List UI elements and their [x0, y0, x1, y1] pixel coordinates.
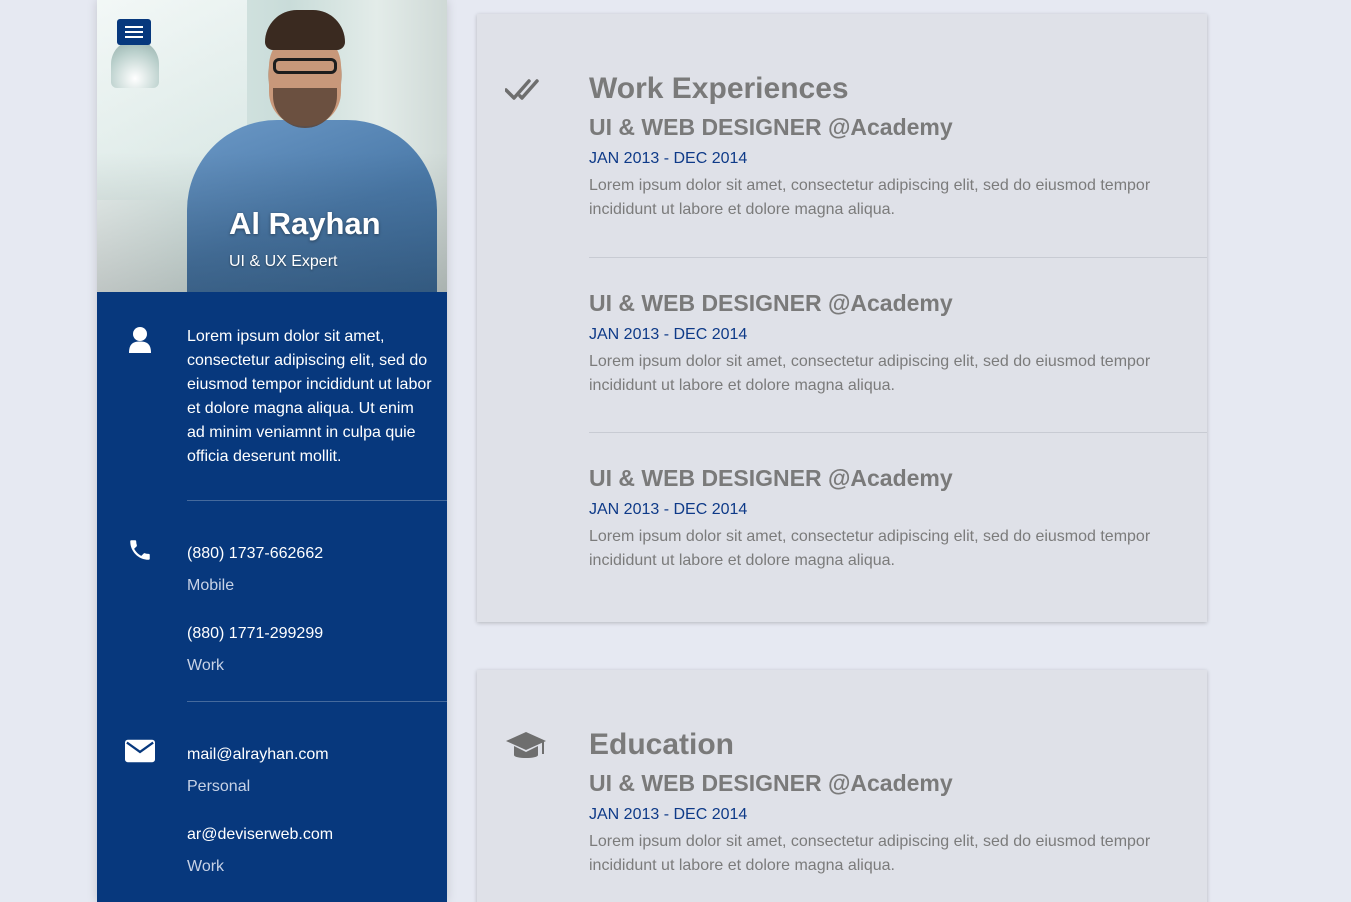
work-entry: UI & WEB DESIGNER @Academy JAN 2013 - DE…	[589, 114, 1207, 222]
photo-lamp	[111, 40, 159, 88]
photo-glasses	[273, 58, 337, 74]
work-entry-role: UI & WEB DESIGNER @Academy	[589, 290, 953, 316]
work-entry-description: Lorem ipsum dolor sit amet, consectetur …	[589, 177, 1151, 218]
phone-number-mobile[interactable]: (880) 1737-662662	[187, 545, 323, 563]
phone-label-work: Work	[187, 657, 225, 674]
education-section-title: Education	[589, 728, 735, 761]
work-experience-card: Work Experiences UI & WEB DESIGNER @Acad…	[477, 14, 1207, 622]
work-entry-description: Lorem ipsum dolor sit amet, consectetur …	[589, 528, 1151, 569]
education-card: Education UI & WEB DESIGNER @Academy JAN…	[477, 670, 1207, 902]
profile-sidebar: Al Rayhan UI & UX Expert Lorem ipsum dol…	[97, 0, 447, 902]
email-label-work: Work	[187, 858, 225, 875]
email-personal[interactable]: mail@alrayhan.com	[187, 746, 329, 764]
work-entry-role: UI & WEB DESIGNER @Academy	[589, 465, 953, 491]
hamburger-menu-icon[interactable]	[117, 19, 151, 45]
work-entry-date: JAN 2013 - DEC 2014	[589, 501, 748, 518]
phone-number-work[interactable]: (880) 1771-299299	[187, 625, 323, 643]
profile-name: Al Rayhan	[229, 206, 381, 241]
entry-divider	[589, 432, 1207, 433]
work-entry: UI & WEB DESIGNER @Academy JAN 2013 - DE…	[589, 465, 1207, 573]
work-section-title: Work Experiences	[589, 72, 849, 105]
education-entry-description: Lorem ipsum dolor sit amet, consectetur …	[589, 833, 1151, 874]
double-check-icon	[504, 74, 545, 114]
email-section: mail@alrayhan.com Personal ar@deviserweb…	[125, 702, 447, 902]
profile-role: UI & UX Expert	[229, 253, 338, 270]
work-entry: UI & WEB DESIGNER @Academy JAN 2013 - DE…	[589, 290, 1207, 398]
phone-label-mobile: Mobile	[187, 577, 235, 594]
email-work[interactable]: ar@deviserweb.com	[187, 826, 333, 844]
phone-icon	[125, 535, 155, 565]
about-section: Lorem ipsum dolor sit amet, consectetur …	[129, 292, 447, 501]
entry-divider	[589, 257, 1207, 258]
graduation-cap-icon	[505, 730, 546, 770]
envelope-icon	[125, 736, 155, 766]
about-text: Lorem ipsum dolor sit amet, consectetur …	[187, 328, 432, 465]
photo-hair	[265, 10, 345, 50]
education-entry: UI & WEB DESIGNER @Academy JAN 2013 - DE…	[589, 770, 1207, 878]
work-entry-description: Lorem ipsum dolor sit amet, consectetur …	[589, 353, 1151, 394]
profile-photo: Al Rayhan UI & UX Expert	[97, 0, 447, 292]
email-label-personal: Personal	[187, 778, 251, 795]
phone-section: (880) 1737-662662 Mobile (880) 1771-2992…	[130, 501, 447, 702]
education-entry-date: JAN 2013 - DEC 2014	[589, 806, 748, 823]
education-entry-role: UI & WEB DESIGNER @Academy	[589, 770, 953, 796]
work-entry-date: JAN 2013 - DEC 2014	[589, 150, 748, 167]
user-icon	[125, 325, 155, 355]
work-entry-date: JAN 2013 - DEC 2014	[589, 326, 748, 343]
work-entry-role: UI & WEB DESIGNER @Academy	[589, 114, 953, 140]
